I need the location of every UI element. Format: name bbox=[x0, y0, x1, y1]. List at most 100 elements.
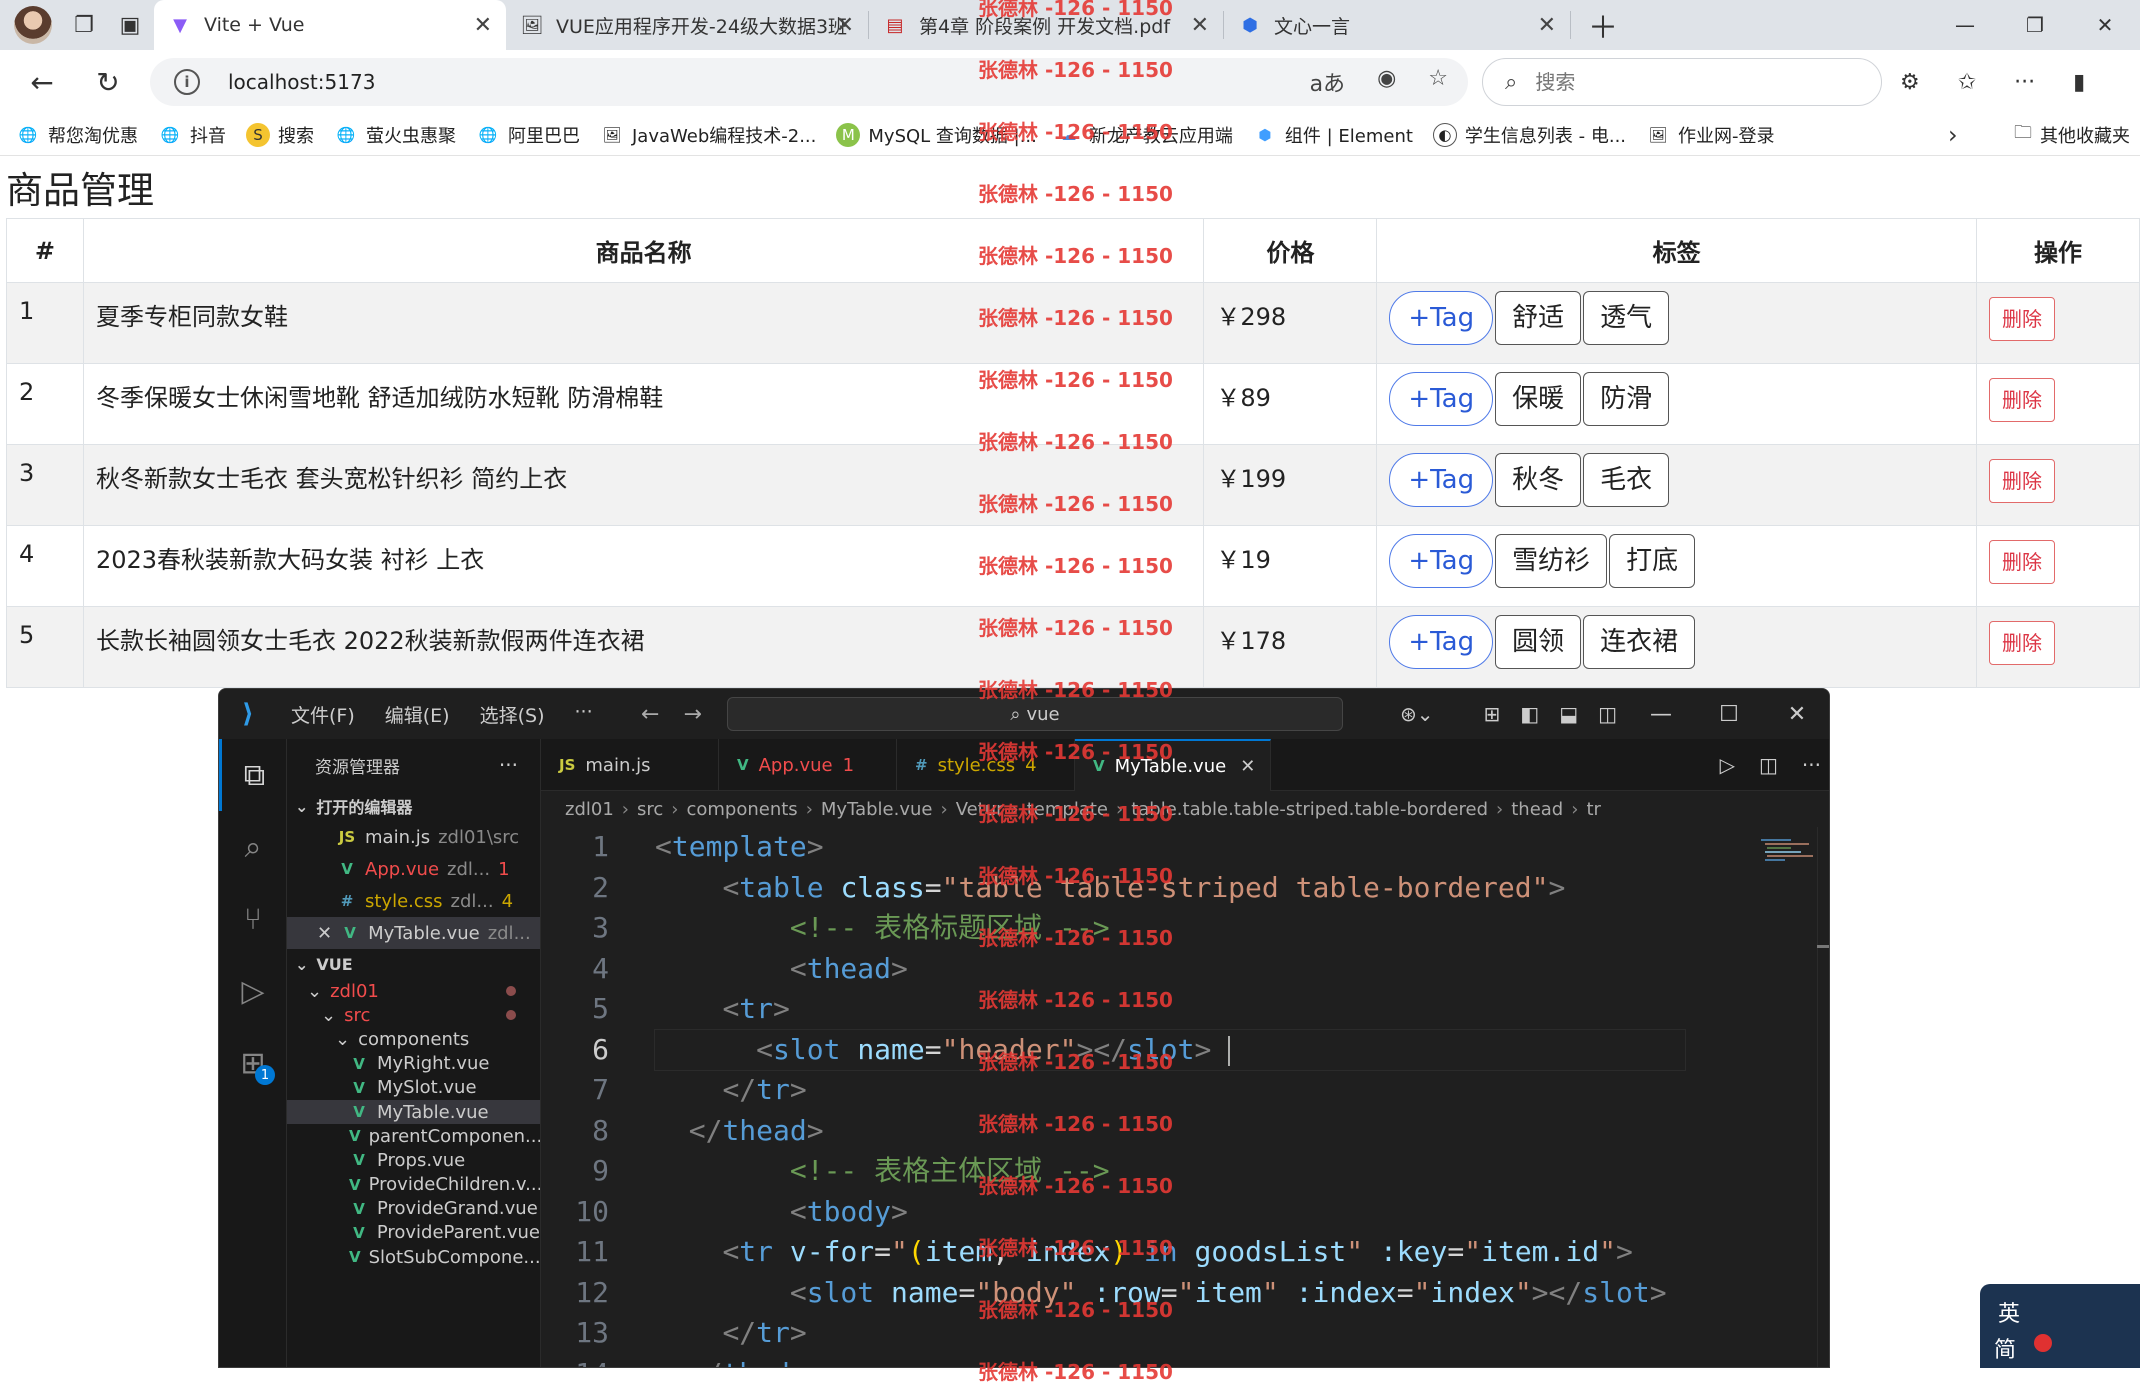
nav-back-icon[interactable]: ← bbox=[641, 702, 659, 727]
split-editor-icon[interactable]: ◫ bbox=[1759, 753, 1778, 777]
delete-button[interactable]: 删除 bbox=[1989, 297, 2056, 341]
browser-tab-vite[interactable]: ▼ Vite + Vue ✕ bbox=[154, 0, 506, 50]
toggle-panel-icon[interactable]: ⬓ bbox=[1559, 702, 1578, 726]
toggle-sidebar-icon[interactable]: ◧ bbox=[1520, 702, 1539, 726]
file-item[interactable]: V Props.vue bbox=[287, 1148, 540, 1172]
bookmark-item[interactable]: ⬢ 组件 | Element bbox=[1253, 122, 1413, 148]
breadcrumb-item[interactable]: template bbox=[1027, 799, 1108, 820]
read-aloud-icon[interactable]: aあ bbox=[1310, 66, 1345, 98]
file-item[interactable]: V ProvideGrand.vue bbox=[287, 1197, 540, 1221]
breadcrumb-item[interactable]: MyTable.vue bbox=[821, 799, 933, 820]
url-text[interactable]: localhost:5173 bbox=[228, 70, 375, 94]
search-input[interactable] bbox=[1535, 70, 1836, 94]
favorite-star-icon[interactable]: ☆ bbox=[1428, 66, 1448, 98]
file-item[interactable]: V MySlot.vue bbox=[287, 1076, 540, 1100]
browser-tab-pdf[interactable]: ▤ 第4章 阶段案例 开发文档.pdf ✕ bbox=[869, 0, 1223, 50]
close-icon[interactable]: ✕ bbox=[836, 13, 854, 38]
tab-actions-icon[interactable]: ▣ bbox=[116, 11, 144, 39]
more-actions-icon[interactable]: ··· bbox=[499, 753, 518, 777]
bookmark-item[interactable]: 🌐 萤火虫惠聚 bbox=[334, 122, 456, 148]
minimap[interactable] bbox=[1759, 837, 1819, 877]
chevron-right-icon[interactable]: › bbox=[1948, 114, 1958, 156]
close-icon[interactable]: ✕ bbox=[317, 923, 332, 944]
close-icon[interactable]: ✕ bbox=[1240, 756, 1255, 777]
file-item[interactable]: V SlotSubCompone... bbox=[287, 1245, 540, 1269]
search-view-icon[interactable]: ⌕ bbox=[219, 811, 287, 883]
maximize-icon[interactable]: ☐ bbox=[1695, 702, 1763, 727]
breadcrumb-item[interactable]: zdl01 bbox=[565, 799, 614, 820]
file-item[interactable]: V ProvideChildren.v... bbox=[287, 1173, 540, 1197]
close-icon[interactable]: ✕ bbox=[1191, 13, 1209, 38]
scrollbar[interactable] bbox=[1817, 827, 1829, 1367]
add-tag-button[interactable]: +Tag bbox=[1389, 534, 1494, 588]
run-icon[interactable]: ▷ bbox=[1720, 753, 1735, 777]
sidebar-icon[interactable]: ▮ bbox=[2073, 70, 2085, 95]
more-menu-icon[interactable]: ··· bbox=[2014, 70, 2035, 95]
breadcrumb-item[interactable]: table.table.table-striped.table-bordered bbox=[1131, 799, 1488, 820]
editor-tab[interactable]: JS main.js bbox=[541, 739, 719, 791]
code-editor[interactable]: 1234567891011121314 <template> <table cl… bbox=[541, 827, 1829, 1367]
breadcrumb-item[interactable]: tr bbox=[1586, 799, 1600, 820]
breadcrumb-item[interactable]: Vetur bbox=[956, 799, 1004, 820]
delete-button[interactable]: 删除 bbox=[1989, 459, 2056, 503]
back-icon[interactable]: ← bbox=[20, 60, 64, 104]
customize-layout-icon[interactable]: ⊞ bbox=[1484, 702, 1501, 726]
explorer-icon[interactable]: ⧉ bbox=[219, 739, 287, 811]
breadcrumb-item[interactable]: thead bbox=[1511, 799, 1563, 820]
open-editor-item[interactable]: # style.css zdl... 4 bbox=[287, 885, 540, 917]
site-info-icon[interactable]: i bbox=[174, 69, 200, 95]
delete-button[interactable]: 删除 bbox=[1989, 621, 2056, 665]
browser-tab-wenxin[interactable]: ⬢ 文心一言 ✕ bbox=[1224, 0, 1570, 50]
toggle-secondary-sidebar-icon[interactable]: ◫ bbox=[1598, 702, 1617, 726]
editor-tab[interactable]: V MyTable.vue ✕ bbox=[1075, 739, 1271, 791]
open-editor-item[interactable]: V App.vue zdl... 1 bbox=[287, 853, 540, 885]
add-tag-button[interactable]: +Tag bbox=[1389, 291, 1494, 345]
breadcrumb-item[interactable]: src bbox=[637, 799, 663, 820]
delete-button[interactable]: 删除 bbox=[1989, 540, 2056, 584]
editor-tab[interactable]: V App.vue 1 bbox=[719, 739, 897, 791]
extensions-icon[interactable]: ⊞ 1 bbox=[219, 1027, 287, 1099]
new-tab-icon[interactable]: ＋ bbox=[1588, 11, 1618, 46]
source-control-icon[interactable]: ⑂ bbox=[219, 883, 287, 955]
url-bar[interactable]: i localhost:5173 aあ ◉ ☆ bbox=[150, 58, 1468, 106]
file-item[interactable]: VparentComponen... bbox=[287, 1124, 540, 1148]
menu-more[interactable]: ··· bbox=[575, 701, 593, 728]
bookmark-item[interactable]: 🖼 作业网-登录 bbox=[1646, 122, 1774, 148]
bookmark-item[interactable]: ☁ 新龙产教云应用端 bbox=[1057, 122, 1233, 148]
other-favorites[interactable]: 🗀 其他收藏夹 bbox=[2014, 114, 2130, 156]
close-window-icon[interactable]: ✕ bbox=[2070, 0, 2140, 50]
nav-forward-icon[interactable]: → bbox=[683, 702, 701, 727]
folder-item[interactable]: ⌄ zdl01 bbox=[287, 979, 540, 1003]
folder-item[interactable]: ⌄ src bbox=[287, 1003, 540, 1027]
bookmark-item[interactable]: 🌐 抖音 bbox=[158, 122, 226, 148]
bookmark-item[interactable]: S 搜索 bbox=[246, 122, 314, 148]
add-tag-button[interactable]: +Tag bbox=[1389, 453, 1494, 507]
close-icon[interactable]: ✕ bbox=[474, 13, 492, 38]
add-tag-button[interactable]: +Tag bbox=[1389, 615, 1494, 669]
folder-item[interactable]: ⌄ components bbox=[287, 1027, 540, 1051]
command-center[interactable]: ⌕ vue bbox=[727, 697, 1343, 731]
bookmark-item[interactable]: M MySQL 查询数据 |... bbox=[836, 122, 1037, 148]
code-content[interactable]: <template> <table class="table table-str… bbox=[654, 827, 1686, 1367]
menu-selection[interactable]: 选择(S) bbox=[480, 701, 545, 728]
copilot-icon[interactable]: ◉ bbox=[1377, 66, 1396, 98]
open-editor-item[interactable]: ✕ V MyTable.vue zdl... bbox=[287, 917, 540, 949]
breadcrumb-item[interactable]: components bbox=[686, 799, 797, 820]
web-search-box[interactable]: ⌕ bbox=[1482, 58, 1882, 106]
profile-avatar[interactable] bbox=[14, 6, 52, 44]
copilot-icon[interactable]: ⊛⌄ bbox=[1400, 702, 1434, 726]
bookmark-item[interactable]: 🌐 帮您淘优惠 bbox=[16, 122, 138, 148]
open-editor-item[interactable]: JS main.js zdl01\src bbox=[287, 821, 540, 853]
extensions-icon[interactable]: ⚙ bbox=[1900, 70, 1920, 95]
close-window-icon[interactable]: ✕ bbox=[1763, 702, 1829, 727]
bookmark-item[interactable]: ◐ 学生信息列表 - 电... bbox=[1432, 122, 1626, 148]
bookmark-item[interactable]: 🌐 阿里巴巴 bbox=[476, 122, 580, 148]
run-debug-icon[interactable]: ▷ bbox=[219, 955, 287, 1027]
file-item[interactable]: V MyRight.vue bbox=[287, 1052, 540, 1076]
bookmark-item[interactable]: 🖼 JavaWeb编程技术-2... bbox=[600, 122, 816, 148]
editor-tab[interactable]: # style.css 4 bbox=[897, 739, 1075, 791]
delete-button[interactable]: 删除 bbox=[1989, 378, 2056, 422]
project-section[interactable]: ⌄ VUE bbox=[287, 949, 540, 979]
favorites-icon[interactable]: ✩ bbox=[1958, 70, 1976, 95]
add-tag-button[interactable]: +Tag bbox=[1389, 372, 1494, 426]
